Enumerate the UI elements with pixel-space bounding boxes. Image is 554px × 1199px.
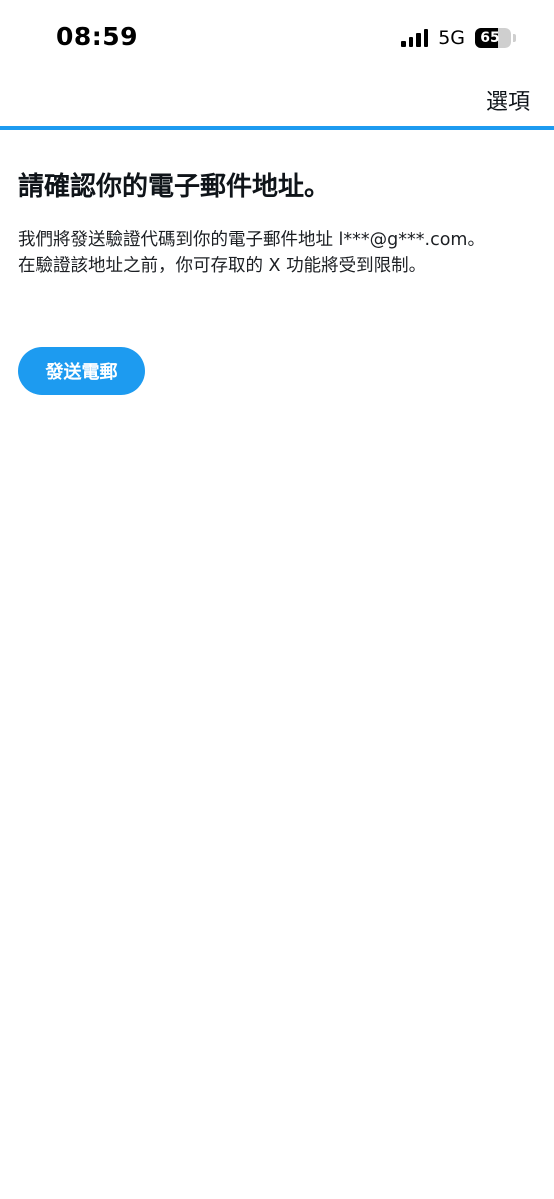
nav-bar: 選項 bbox=[0, 74, 554, 126]
signal-bar bbox=[416, 33, 421, 47]
battery-cap bbox=[513, 34, 516, 42]
network-type: 5G bbox=[438, 27, 465, 49]
battery-level: 65 bbox=[480, 30, 500, 46]
cellular-signal-icon bbox=[401, 29, 429, 47]
signal-bar bbox=[401, 41, 406, 47]
description-line-1: 我們將發送驗證代碼到你的電子郵件地址 l***@g***.com。 bbox=[18, 230, 485, 250]
options-button[interactable]: 選項 bbox=[486, 84, 530, 116]
battery-icon: 65 bbox=[475, 28, 511, 48]
signal-bar bbox=[423, 29, 429, 47]
send-email-button[interactable]: 發送電郵 bbox=[18, 347, 145, 395]
main-content: 請確認你的電子郵件地址。 我們將發送驗證代碼到你的電子郵件地址 l***@g**… bbox=[18, 165, 538, 279]
page-title: 請確認你的電子郵件地址。 bbox=[18, 172, 331, 202]
signal-bar bbox=[408, 37, 414, 47]
status-indicators: 5G 65 bbox=[401, 26, 516, 50]
status-bar: 08:59 5G 65 bbox=[0, 0, 554, 74]
status-time: 08:59 bbox=[56, 22, 139, 51]
description-line-2: 在驗證該地址之前，你可存取的 X 功能將受到限制。 bbox=[18, 256, 427, 276]
nav-divider bbox=[0, 126, 554, 130]
screen: 08:59 5G 65 選項 請確認你的電子郵件地址。 我們將發送驗證代碼到你的… bbox=[0, 0, 554, 1199]
page-description: 我們將發送驗證代碼到你的電子郵件地址 l***@g***.com。 在驗證該地址… bbox=[18, 227, 538, 279]
